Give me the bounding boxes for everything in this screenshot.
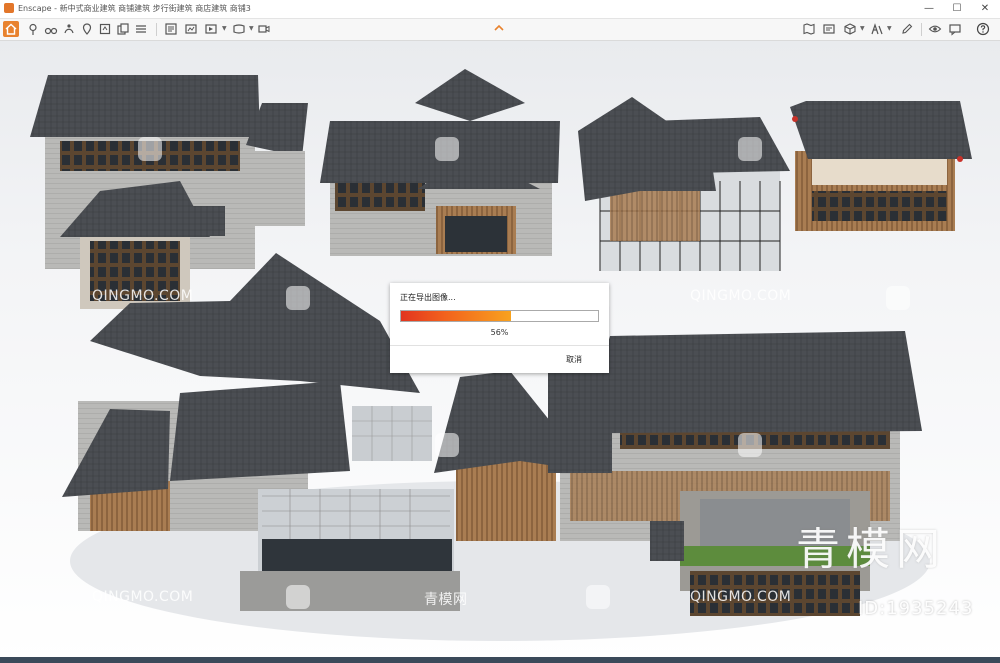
atlas-icon[interactable]	[821, 21, 837, 37]
cancel-button[interactable]: 取消	[566, 354, 582, 365]
batch-render-icon[interactable]	[203, 21, 219, 37]
cube-icon[interactable]	[842, 21, 858, 37]
qingmo-watermark-logo-icon	[435, 433, 459, 457]
qingmo-watermark-text: QINGMO.COM	[690, 589, 792, 605]
layers-icon[interactable]	[163, 21, 179, 37]
building-3	[578, 97, 790, 271]
dialog-divider	[390, 345, 609, 346]
id-watermark: ID:1935243	[858, 598, 974, 619]
qingmo-watermark-logo-icon	[138, 137, 162, 161]
qingmo-watermark-logo-icon	[886, 286, 910, 310]
export-status-message: 正在导出图像...	[400, 293, 456, 302]
taskbar-strip	[0, 657, 1000, 663]
video-icon[interactable]	[256, 21, 272, 37]
export-progress-bar	[400, 310, 599, 322]
maximize-button[interactable]: ☐	[944, 1, 970, 17]
cube-dropdown-caret-icon[interactable]: ▼	[860, 25, 865, 32]
window-title: Enscape - 新中式商业建筑 商铺建筑 步行街建筑 商店建筑 商铺3	[18, 4, 251, 13]
close-button[interactable]: ✕	[972, 1, 998, 17]
brand-watermark: 青模网	[796, 524, 946, 575]
export-progress-percent: 56%	[490, 328, 509, 337]
location-icon[interactable]	[25, 21, 41, 37]
qingmo-watermark-logo-icon	[286, 585, 310, 609]
toolbar-separator	[156, 23, 157, 36]
window-title-bar: Enscape - 新中式商业建筑 商铺建筑 步行街建筑 商店建筑 商铺3 — …	[0, 0, 1000, 19]
walk-icon[interactable]	[61, 21, 77, 37]
panorama-icon[interactable]	[231, 21, 247, 37]
eye-icon[interactable]	[927, 21, 943, 37]
panorama-dropdown-caret-icon[interactable]: ▼	[249, 25, 254, 32]
settings-icon[interactable]	[133, 21, 149, 37]
export-progress-fill	[401, 311, 512, 321]
screenshot-icon[interactable]	[183, 21, 199, 37]
materials-icon[interactable]	[869, 21, 885, 37]
toolbar-collapse-chevron-icon[interactable]	[493, 23, 505, 33]
binoculars-icon[interactable]	[43, 21, 59, 37]
pencil-icon[interactable]	[899, 21, 915, 37]
export-progress-dialog: 正在导出图像... 56% 取消	[390, 283, 609, 373]
qingmo-watermark-text: QINGMO.COM	[92, 589, 194, 605]
batch-dropdown-caret-icon[interactable]: ▼	[222, 25, 227, 32]
toolbar-separator	[921, 23, 922, 36]
materials-dropdown-caret-icon[interactable]: ▼	[887, 25, 892, 32]
minimize-button[interactable]: —	[916, 1, 942, 17]
enscape-logo-icon	[4, 3, 14, 13]
building-2	[320, 69, 560, 256]
pin-icon[interactable]	[79, 21, 95, 37]
qingmo-watermark-text: QINGMO.COM	[690, 288, 792, 304]
home-icon[interactable]	[3, 21, 19, 37]
help-icon[interactable]	[975, 21, 991, 37]
map-icon[interactable]	[801, 21, 817, 37]
building-4	[790, 101, 972, 231]
qingmo-watermark-logo-icon	[738, 137, 762, 161]
qingmo-watermark-text-cn: 青模网	[424, 592, 468, 608]
qingmo-watermark-logo-icon	[435, 137, 459, 161]
qingmo-watermark-logo-icon	[738, 433, 762, 457]
library-icon[interactable]	[97, 21, 113, 37]
feedback-icon[interactable]	[947, 21, 963, 37]
copy-icon[interactable]	[115, 21, 131, 37]
qingmo-watermark-logo-icon	[286, 286, 310, 310]
qingmo-watermark-text: QINGMO.COM	[92, 288, 194, 304]
qingmo-watermark-logo-icon	[586, 585, 610, 609]
